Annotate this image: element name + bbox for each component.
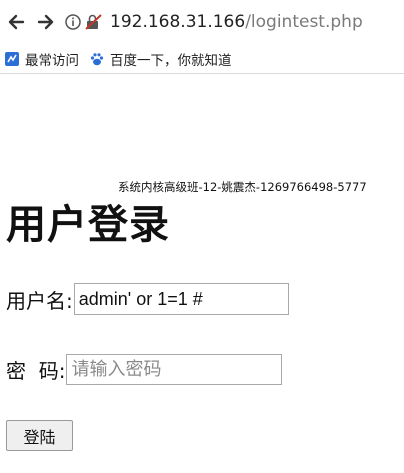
url-bar[interactable]: 192.168.31.166 /logintest.php: [64, 8, 363, 36]
password-row: 密 码:: [6, 354, 283, 385]
bookmark-baidu[interactable]: 百度一下，你就知道: [89, 49, 232, 69]
bookmark-most-visited[interactable]: 最常访问: [4, 49, 79, 69]
back-button[interactable]: [2, 8, 30, 36]
insecure-lock-icon[interactable]: [84, 13, 104, 31]
username-label: 用户名:: [6, 288, 73, 313]
baidu-paw-icon: [90, 52, 104, 65]
password-label: 密 码:: [6, 359, 66, 383]
forward-arrow-icon: [37, 14, 54, 30]
page-title: 用户登录: [6, 202, 170, 248]
most-visited-icon: [5, 51, 19, 66]
forward-button[interactable]: [32, 8, 60, 36]
bookmarks-bar: 最常访问 百度一下，你就知道: [0, 44, 404, 74]
username-input[interactable]: [73, 283, 289, 315]
url-host: 192.168.31.166: [110, 12, 246, 32]
username-row: 用户名:: [6, 283, 289, 315]
login-button[interactable]: 登陆: [6, 420, 73, 451]
address-bar: 192.168.31.166 /logintest.php: [0, 0, 404, 44]
password-input[interactable]: [66, 354, 283, 385]
bookmark-label: 最常访问: [25, 52, 79, 69]
back-arrow-icon: [8, 14, 25, 30]
bookmark-label: 百度一下，你就知道: [110, 52, 232, 69]
info-icon[interactable]: [64, 13, 82, 31]
url-path: /logintest.php: [245, 12, 363, 32]
